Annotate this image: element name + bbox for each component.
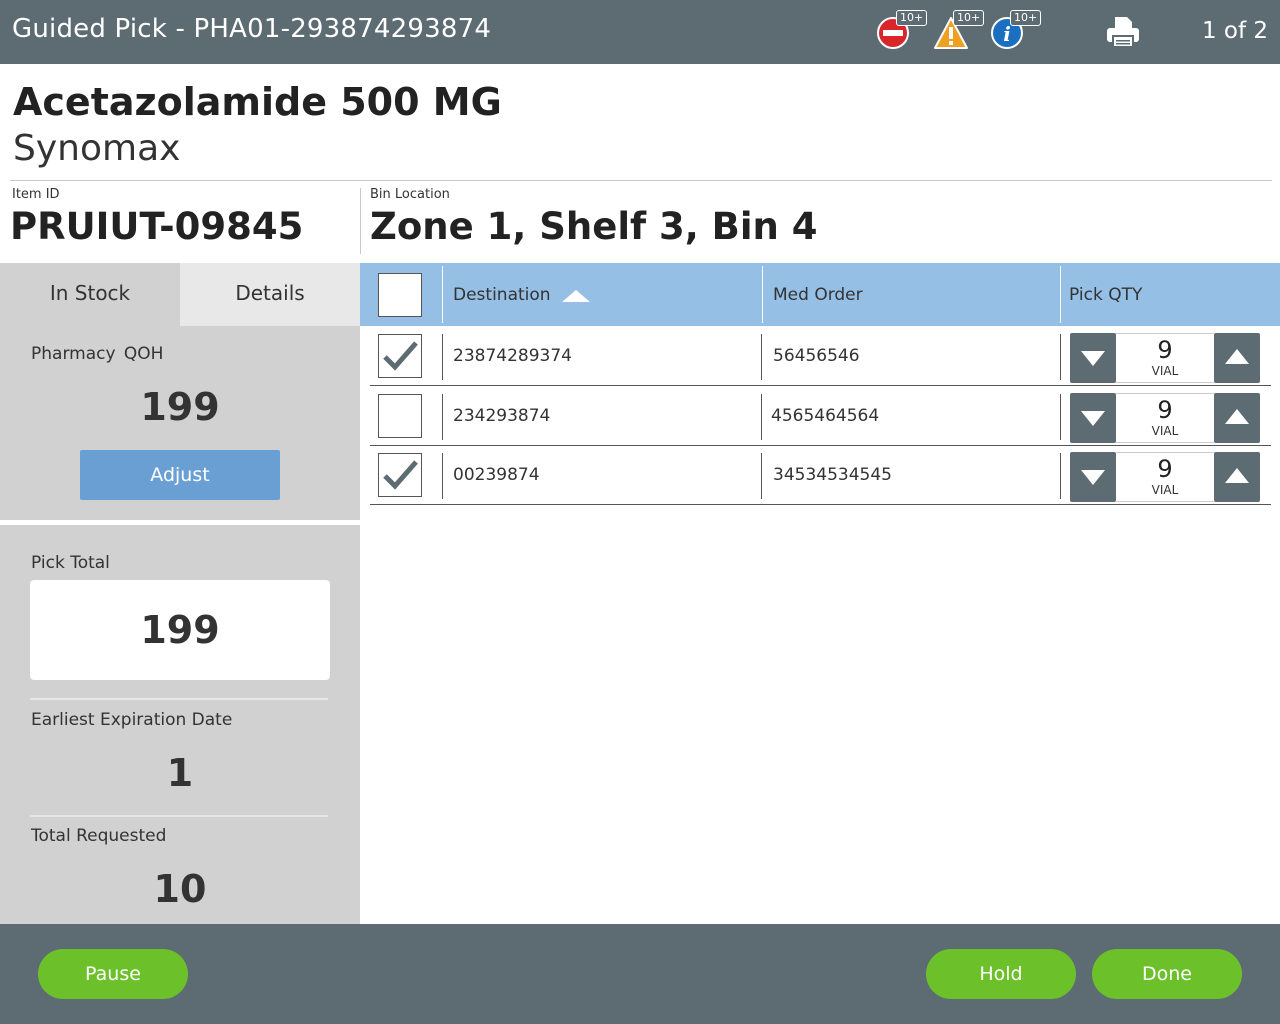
stock-panel: In Stock Details Pharmacy QOH 199 Adjust — [0, 263, 360, 520]
alert-count-badge: 10+ — [1010, 10, 1042, 26]
hold-button[interactable]: Hold — [926, 949, 1076, 999]
increase-quantity-button[interactable] — [1214, 452, 1260, 502]
bin-location-value: Zone 1, Shelf 3, Bin 4 — [370, 205, 818, 248]
quantity-unit: VIAL — [1151, 483, 1179, 497]
column-divider — [442, 266, 443, 323]
page-title: Guided Pick - PHA01-293874293874 — [12, 14, 492, 44]
column-header-pick-qty[interactable]: Pick QTY — [1069, 285, 1142, 305]
totals-panel: Pick Total 199 Earliest Expiration Date … — [0, 525, 360, 925]
quantity-value: 9 — [1157, 336, 1173, 364]
column-divider — [1060, 394, 1061, 440]
total-requested-label: Total Requested — [31, 826, 167, 846]
item-id-label: Item ID — [12, 187, 60, 202]
quantity-value: 9 — [1157, 455, 1173, 483]
arrow-up-icon — [1225, 468, 1249, 483]
adjust-button[interactable]: Adjust — [80, 450, 280, 500]
item-id-value: PRUIUT-09845 — [10, 205, 304, 248]
warning-alert[interactable]: 10+ — [933, 10, 985, 54]
divider — [30, 815, 328, 817]
quantity-stepper: 9 VIAL — [1070, 393, 1260, 443]
column-divider — [1060, 266, 1061, 323]
tab-details[interactable]: Details — [180, 263, 360, 326]
tab-in-stock[interactable]: In Stock — [0, 263, 180, 326]
arrow-up-icon — [1225, 409, 1249, 424]
select-all-checkbox[interactable] — [378, 273, 422, 317]
increase-quantity-button[interactable] — [1214, 333, 1260, 383]
med-order-cell: 34534534545 — [773, 465, 892, 485]
table-row: 00239874 34534534545 9 VIAL — [370, 446, 1271, 505]
qoh-label: Pharmacy QOH — [31, 344, 164, 364]
alert-count-badge: 10+ — [896, 10, 928, 26]
divider — [30, 698, 328, 700]
done-button[interactable]: Done — [1092, 949, 1242, 999]
column-divider — [761, 334, 762, 380]
column-divider — [442, 453, 443, 499]
destination-cell: 23874289374 — [453, 346, 572, 366]
bin-location-label: Bin Location — [370, 187, 450, 202]
header-bar: Guided Pick - PHA01-293874293874 10+ 10+… — [0, 0, 1280, 64]
arrow-down-icon — [1081, 411, 1105, 426]
footer-bar: Pause Hold Done — [0, 924, 1280, 1024]
column-header-med-order[interactable]: Med Order — [773, 285, 863, 305]
column-divider — [1060, 334, 1061, 380]
table-header: Destination Med Order Pick QTY — [360, 263, 1280, 326]
quantity-display: 9 VIAL — [1116, 452, 1214, 502]
product-name: Acetazolamide 500 MG — [13, 80, 502, 124]
page-indicator: 1 of 2 — [1201, 18, 1268, 44]
expiration-value: 1 — [166, 751, 194, 795]
quantity-display: 9 VIAL — [1116, 333, 1214, 383]
print-button[interactable] — [1105, 14, 1141, 50]
column-divider — [761, 453, 762, 499]
destination-cell: 234293874 — [453, 406, 551, 426]
med-order-cell: 4565464564 — [771, 406, 880, 426]
quantity-stepper: 9 VIAL — [1070, 333, 1260, 383]
column-divider — [442, 334, 443, 380]
quantity-unit: VIAL — [1151, 424, 1179, 438]
decrease-quantity-button[interactable] — [1070, 452, 1116, 502]
arrow-down-icon — [1081, 351, 1105, 366]
destination-cell: 00239874 — [453, 465, 540, 485]
total-requested-value: 10 — [153, 867, 207, 911]
svg-text:i: i — [1003, 22, 1011, 46]
table-row: 234293874 4565464564 9 VIAL — [370, 387, 1271, 446]
increase-quantity-button[interactable] — [1214, 393, 1260, 443]
quantity-unit: VIAL — [1151, 364, 1179, 378]
med-order-cell: 56456546 — [773, 346, 860, 366]
checkmark-icon — [383, 341, 418, 371]
row-checkbox[interactable] — [378, 453, 422, 497]
info-alert[interactable]: i 10+ — [990, 10, 1042, 54]
quantity-value: 9 — [1157, 396, 1173, 424]
divider — [10, 180, 1272, 181]
pick-total-value: 199 — [30, 580, 330, 680]
pick-total-label: Pick Total — [31, 553, 110, 573]
row-checkbox[interactable] — [378, 394, 422, 438]
printer-icon — [1107, 17, 1139, 48]
column-header-destination[interactable]: Destination — [453, 285, 551, 305]
table-row: 23874289374 56456546 9 VIAL — [370, 327, 1271, 386]
column-divider — [1060, 453, 1061, 499]
error-alert[interactable]: 10+ — [876, 10, 928, 54]
pause-button[interactable]: Pause — [38, 949, 188, 999]
expiration-label: Earliest Expiration Date — [31, 710, 233, 730]
checkmark-icon — [383, 460, 418, 490]
sort-ascending-icon[interactable] — [562, 290, 590, 302]
alert-count-badge: 10+ — [953, 10, 985, 26]
quantity-display: 9 VIAL — [1116, 393, 1214, 443]
product-manufacturer: Synomax — [13, 128, 181, 169]
divider — [360, 188, 361, 254]
column-divider — [762, 266, 763, 323]
decrease-quantity-button[interactable] — [1070, 333, 1116, 383]
decrease-quantity-button[interactable] — [1070, 393, 1116, 443]
quantity-stepper: 9 VIAL — [1070, 452, 1260, 502]
row-checkbox[interactable] — [378, 334, 422, 378]
column-divider — [442, 394, 443, 440]
arrow-down-icon — [1081, 470, 1105, 485]
arrow-up-icon — [1225, 349, 1249, 364]
qoh-value: 199 — [140, 385, 220, 429]
column-divider — [761, 394, 762, 440]
